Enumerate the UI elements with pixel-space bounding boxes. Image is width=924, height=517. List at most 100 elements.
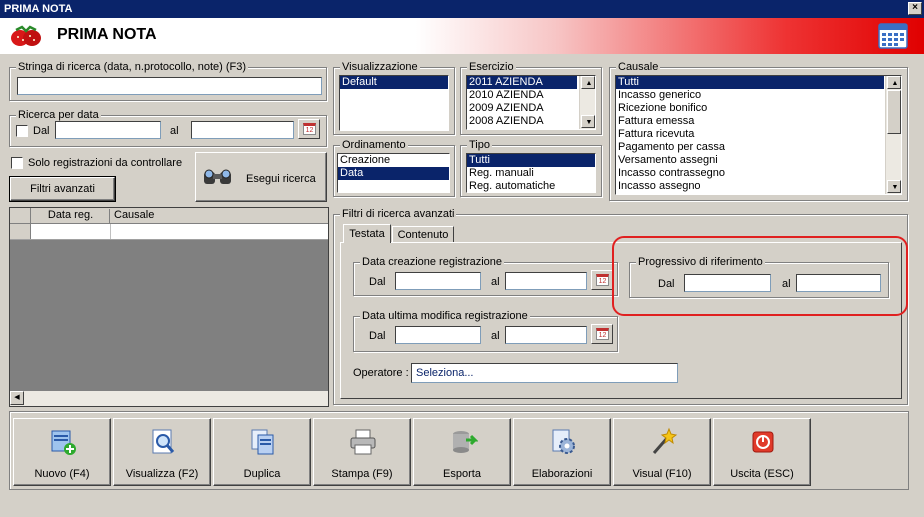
ordinamento-list[interactable]: Creazione Data <box>337 153 450 193</box>
results-grid[interactable]: Data reg. Causale ◀ <box>9 207 329 407</box>
print-button[interactable]: Stampa (F9) <box>313 418 411 486</box>
exit-button[interactable]: Uscita (ESC) <box>713 418 811 486</box>
scroll-left-arrow-icon[interactable]: ◀ <box>10 391 24 405</box>
strawberries-icon <box>11 25 41 46</box>
date-al-label: al <box>170 125 179 137</box>
modify-al-label: al <box>491 330 500 342</box>
modify-to-input[interactable] <box>505 326 587 344</box>
tab-testata[interactable]: Testata <box>343 224 391 243</box>
date-picker-button[interactable]: 12 <box>298 119 320 139</box>
scroll-thumb[interactable] <box>887 90 901 134</box>
advanced-filters-label: Filtri avanzati <box>30 183 95 195</box>
calendar-icon: 12 <box>596 328 609 340</box>
list-item[interactable]: 2010 AZIENDA <box>467 89 595 102</box>
search-string-label: Stringa di ricerca (data, n.protocollo, … <box>16 61 249 73</box>
list-item[interactable]: Incasso contrassegno <box>616 167 901 180</box>
duplicate-icon <box>251 429 274 455</box>
list-item[interactable]: Versamento assegni <box>616 154 901 167</box>
causale-label: Causale <box>616 61 661 73</box>
table-row[interactable] <box>10 224 328 240</box>
search-string-input[interactable] <box>17 77 322 95</box>
scroll-up-arrow-icon[interactable]: ▲ <box>581 76 595 89</box>
scroll-down-arrow-icon[interactable]: ▼ <box>581 115 595 128</box>
tipo-list[interactable]: Tutti Reg. manuali Reg. automatiche <box>466 153 596 193</box>
progressive-al-label: al <box>782 278 791 290</box>
creation-al-label: al <box>491 276 500 288</box>
export-button[interactable]: Esporta <box>413 418 511 486</box>
list-item[interactable]: Incasso assegno <box>616 180 901 193</box>
view-button[interactable]: Visualizza (F2) <box>113 418 211 486</box>
visual-button-label: Visual (F10) <box>632 468 692 480</box>
operator-select[interactable]: Seleziona... <box>411 363 678 383</box>
date-filter-checkbox[interactable] <box>16 125 28 137</box>
list-item[interactable]: Fattura emessa <box>616 115 901 128</box>
grid-col-causale[interactable]: Causale <box>114 209 314 223</box>
progressive-dal-label: Dal <box>658 278 675 290</box>
list-item[interactable]: 2008 AZIENDA <box>467 115 595 128</box>
only-to-check-checkbox[interactable] <box>11 157 23 169</box>
tab-testata-label: Testata <box>349 228 385 240</box>
grid-header: Data reg. Causale <box>10 208 328 224</box>
grid-hscrollbar[interactable]: ◀ <box>10 391 328 406</box>
creation-dal-label: Dal <box>369 276 386 288</box>
list-item[interactable]: Ricezione bonifico <box>616 102 901 115</box>
header-banner: PRIMA NOTA <box>0 18 924 54</box>
window-titlebar: PRIMA NOTA <box>0 0 924 18</box>
list-item[interactable]: 2011 AZIENDA <box>467 76 577 89</box>
progressive-to-input[interactable] <box>796 274 881 292</box>
date-search-label: Ricerca per data <box>16 109 101 121</box>
list-item[interactable]: Tutti <box>616 76 884 89</box>
new-document-icon <box>51 430 76 455</box>
advanced-filters-button[interactable]: Filtri avanzati <box>9 176 116 202</box>
modify-from-input[interactable] <box>395 326 481 344</box>
list-item[interactable]: Tutti <box>467 154 595 167</box>
magic-wand-icon <box>652 427 678 454</box>
modify-date-label: Data ultima modifica registrazione <box>360 310 530 322</box>
list-item[interactable]: Incasso generico <box>616 89 901 102</box>
list-item[interactable]: Default <box>340 76 448 89</box>
modify-date-picker-button[interactable]: 12 <box>591 324 613 344</box>
only-to-check-label: Solo registrazioni da controllare <box>28 157 183 169</box>
run-search-button[interactable]: Esegui ricerca <box>195 152 327 202</box>
list-item[interactable]: Reg. automatiche <box>467 180 595 192</box>
list-item[interactable]: 2009 AZIENDA <box>467 102 595 115</box>
advanced-filters-group-label: Filtri di ricerca avanzati <box>340 208 457 220</box>
duplicate-button-label: Duplica <box>243 468 281 480</box>
tab-contenuto[interactable]: Contenuto <box>392 226 454 243</box>
tipo-label: Tipo <box>467 139 492 151</box>
calendar-icon[interactable] <box>878 22 908 50</box>
date-to-input[interactable] <box>191 121 294 139</box>
list-item[interactable]: Creazione <box>338 154 449 167</box>
duplicate-button[interactable]: Duplica <box>213 418 311 486</box>
list-item[interactable]: Data <box>338 167 449 180</box>
scroll-down-arrow-icon[interactable]: ▼ <box>887 180 901 193</box>
esercizio-scrollbar[interactable]: ▲ ▼ <box>579 76 595 129</box>
date-dal-label: Dal <box>33 125 50 137</box>
new-button[interactable]: Nuovo (F4) <box>13 418 111 486</box>
causale-list[interactable]: Tutti Incasso generico Ricezione bonific… <box>615 75 902 195</box>
printer-icon <box>350 429 376 455</box>
print-button-label: Stampa (F9) <box>331 468 393 480</box>
view-button-label: Visualizza (F2) <box>125 468 199 480</box>
causale-scrollbar[interactable]: ▲ ▼ <box>885 76 901 194</box>
date-from-input[interactable] <box>55 121 161 139</box>
list-item[interactable]: Fattura ricevuta <box>616 128 901 141</box>
visual-button[interactable]: Visual (F10) <box>613 418 711 486</box>
new-button-label: Nuovo (F4) <box>34 468 90 480</box>
grid-col-date[interactable]: Data reg. <box>32 209 110 223</box>
visualizzazione-list[interactable]: Default <box>339 75 449 131</box>
list-item[interactable]: Reg. manuali <box>467 167 595 180</box>
progressive-from-input[interactable] <box>684 274 771 292</box>
close-window-button[interactable]: × <box>908 2 922 15</box>
esercizio-label: Esercizio <box>467 61 516 73</box>
scroll-up-arrow-icon[interactable]: ▲ <box>887 76 901 89</box>
creation-date-picker-button[interactable]: 12 <box>591 270 613 290</box>
creation-to-input[interactable] <box>505 272 587 290</box>
process-button[interactable]: Elaborazioni <box>513 418 611 486</box>
list-item[interactable]: Pagamento per cassa <box>616 141 901 154</box>
esercizio-list[interactable]: 2011 AZIENDA 2010 AZIENDA 2009 AZIENDA 2… <box>466 75 596 130</box>
calendar-icon: 12 <box>596 274 609 286</box>
export-database-icon <box>453 431 478 453</box>
visualizzazione-label: Visualizzazione <box>340 61 420 73</box>
creation-from-input[interactable] <box>395 272 481 290</box>
